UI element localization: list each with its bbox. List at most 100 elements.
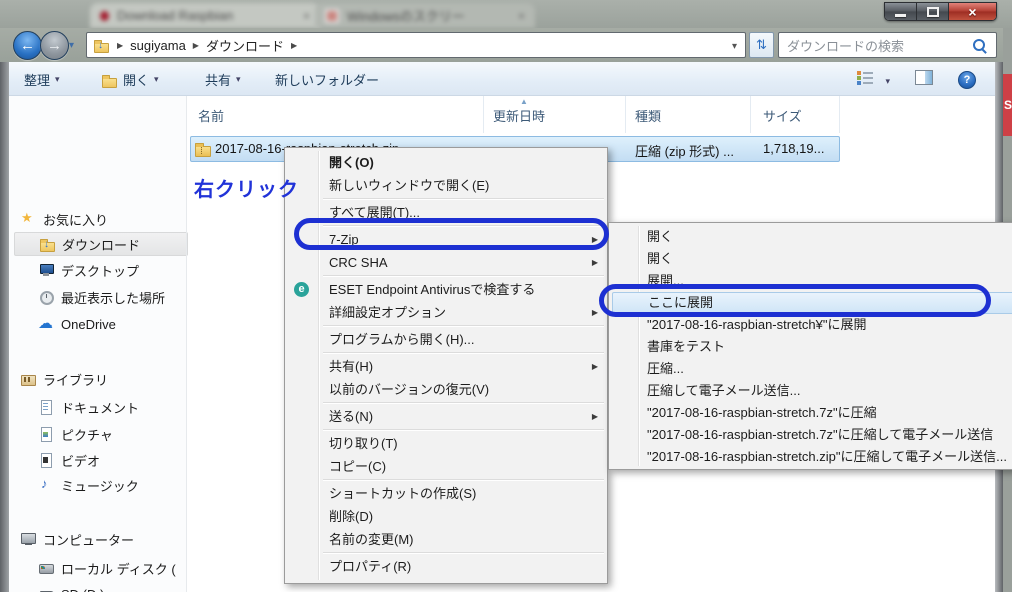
menu-item-crc-sha[interactable]: CRC SHA ▶: [285, 251, 607, 274]
titlebar: Download Raspbian × Windowsのスクリー × ×: [0, 0, 1012, 28]
column-header-date[interactable]: 更新日時: [493, 106, 545, 125]
column-divider[interactable]: [750, 96, 751, 133]
music-icon: [38, 477, 55, 493]
menu-item-create-shortcut[interactable]: ショートカットの作成(S): [285, 482, 607, 505]
sidebar-label: ピクチャ: [61, 425, 113, 444]
sidebar-item-pictures[interactable]: ピクチャ: [38, 423, 113, 445]
menu-item-properties[interactable]: プロパティ(R): [285, 555, 607, 578]
search-input[interactable]: [785, 35, 969, 57]
list-view-icon: [857, 70, 873, 84]
menu-item-share[interactable]: 共有(H) ▶: [285, 355, 607, 378]
back-button[interactable]: ←: [13, 31, 42, 60]
forward-button[interactable]: →: [40, 31, 69, 60]
column-divider[interactable]: [625, 96, 626, 133]
tab-favicon: [325, 9, 339, 23]
preview-pane-button[interactable]: [915, 70, 933, 90]
history-dropdown-icon[interactable]: ▾: [69, 40, 74, 51]
favorites-star-icon: [20, 211, 37, 227]
submenu-item-extract-here[interactable]: ここに展開: [612, 292, 1012, 314]
help-button[interactable]: ?: [958, 70, 976, 89]
sidebar-label: ドキュメント: [61, 398, 139, 417]
submenu-item-compress[interactable]: 圧縮...: [609, 358, 1012, 380]
submenu-item-compress-to-7z[interactable]: "2017-08-16-raspbian-stretch.7z"に圧縮: [609, 402, 1012, 424]
menu-item-advanced-options[interactable]: 詳細設定オプション ▶: [285, 301, 607, 324]
address-dropdown-icon[interactable]: ▾: [732, 41, 737, 52]
submenu-arrow-icon: ▶: [592, 228, 598, 251]
submenu-item-compress-to-zip-email[interactable]: "2017-08-16-raspbian-stretch.zip"に圧縮して電子…: [609, 446, 1012, 468]
submenu-item-open-1[interactable]: 開く: [609, 226, 1012, 248]
menu-item-rename[interactable]: 名前の変更(M): [285, 528, 607, 551]
tab-close-icon: ×: [518, 9, 525, 23]
breadcrumb-arrow-icon: ▶: [291, 41, 297, 50]
column-divider[interactable]: [839, 96, 840, 133]
column-header-type[interactable]: 種類: [635, 106, 661, 125]
search-box[interactable]: [778, 32, 997, 58]
window-controls: ×: [884, 2, 997, 21]
breadcrumb-item-user[interactable]: sugiyama: [130, 38, 186, 53]
menu-item-open[interactable]: 開く(O): [285, 151, 607, 174]
sidebar-item-sd-drive[interactable]: SD (D:): [38, 583, 104, 592]
sidebar-group-libraries[interactable]: ライブラリ: [20, 368, 108, 390]
column-header-name[interactable]: 名前: [198, 106, 224, 125]
sidebar-item-videos[interactable]: ビデオ: [38, 449, 100, 471]
view-button[interactable]: ▾: [857, 70, 890, 89]
file-type: 圧縮 (zip 形式) ...: [635, 141, 734, 160]
menu-item-delete[interactable]: 削除(D): [285, 505, 607, 528]
submenu-item-extract[interactable]: 展開...: [609, 270, 1012, 292]
breadcrumb-item-downloads[interactable]: ダウンロード: [206, 36, 284, 55]
menu-separator: [323, 198, 604, 199]
documents-icon: [38, 399, 55, 415]
sidebar-group-computer[interactable]: コンピューター: [20, 528, 134, 550]
menu-item-send-to[interactable]: 送る(N) ▶: [285, 405, 607, 428]
close-button[interactable]: ×: [949, 3, 996, 20]
menu-item-open-new-window[interactable]: 新しいウィンドウで開く(E): [285, 174, 607, 197]
breadcrumb[interactable]: ↓ ▶ sugiyama ▶ ダウンロード ▶ ▾: [86, 32, 746, 58]
search-icon[interactable]: [972, 38, 988, 54]
new-folder-button[interactable]: 新しいフォルダー: [271, 69, 383, 90]
sidebar-label: SD (D:): [61, 587, 104, 592]
sd-drive-icon: [38, 586, 55, 592]
sidebar-item-music[interactable]: ミュージック: [38, 474, 139, 496]
submenu-item-test-archive[interactable]: 書庫をテスト: [609, 336, 1012, 358]
menu-item-label: 7-Zip: [329, 232, 359, 247]
minimize-button[interactable]: [885, 3, 917, 20]
menu-item-cut[interactable]: 切り取り(T): [285, 432, 607, 455]
open-button[interactable]: 開く ▾: [97, 69, 163, 90]
pane-divider: [186, 96, 187, 592]
refresh-button[interactable]: ⇅: [749, 32, 774, 58]
menu-item-restore-previous[interactable]: 以前のバージョンの復元(V): [285, 378, 607, 401]
menu-item-extract-all[interactable]: すべて展開(T)...: [285, 201, 607, 224]
annotation-right-click: 右クリック: [194, 173, 299, 202]
menu-item-label: CRC SHA: [329, 255, 388, 270]
menu-item-copy[interactable]: コピー(C): [285, 455, 607, 478]
sidebar-item-local-disk[interactable]: ローカル ディスク (: [38, 557, 176, 579]
sidebar-item-desktop[interactable]: デスクトップ: [38, 259, 139, 281]
address-bar: ← → ▾ ↓ ▶ sugiyama ▶ ダウンロード ▶ ▾ ⇅: [0, 28, 1003, 62]
background-tab-label: Download Raspbian: [117, 8, 233, 23]
open-label: 開く: [123, 70, 149, 89]
menu-item-7zip[interactable]: 7-Zip ▶: [285, 228, 607, 251]
submenu-item-compress-and-email[interactable]: 圧縮して電子メール送信...: [609, 380, 1012, 402]
sidebar-group-favorites[interactable]: お気に入り: [20, 208, 108, 230]
submenu-item-extract-to-folder[interactable]: "2017-08-16-raspbian-stretch¥"に展開: [609, 314, 1012, 336]
submenu-item-compress-to-7z-email[interactable]: "2017-08-16-raspbian-stretch.7z"に圧縮して電子メ…: [609, 424, 1012, 446]
menu-item-open-with[interactable]: プログラムから開く(H)...: [285, 328, 607, 351]
menu-item-eset-scan[interactable]: e ESET Endpoint Antivirusで検査する: [285, 278, 607, 301]
column-header-size[interactable]: サイズ: [763, 106, 802, 125]
organize-label: 整理: [24, 70, 50, 89]
restore-button[interactable]: [917, 3, 949, 20]
submenu-item-open-2[interactable]: 開く: [609, 248, 1012, 270]
menu-separator: [323, 352, 604, 353]
sidebar-item-onedrive[interactable]: OneDrive: [38, 313, 116, 335]
sidebar-item-documents[interactable]: ドキュメント: [38, 396, 139, 418]
sidebar-label: ローカル ディスク (: [61, 559, 176, 578]
chevron-down-icon: ▾: [236, 74, 241, 85]
share-button[interactable]: 共有 ▾: [201, 69, 245, 90]
organize-button[interactable]: 整理 ▾: [20, 69, 64, 90]
column-divider[interactable]: [483, 96, 484, 133]
sidebar-item-downloads[interactable]: ↓ ダウンロード: [14, 232, 188, 256]
navigation-pane: お気に入り ↓ ダウンロード デスクトップ 最近表示した場所 OneDrive …: [9, 96, 186, 592]
sidebar-item-recent-places[interactable]: 最近表示した場所: [38, 286, 165, 308]
submenu-arrow-icon: ▶: [592, 355, 598, 378]
menu-item-label: 送る(N): [329, 409, 373, 424]
